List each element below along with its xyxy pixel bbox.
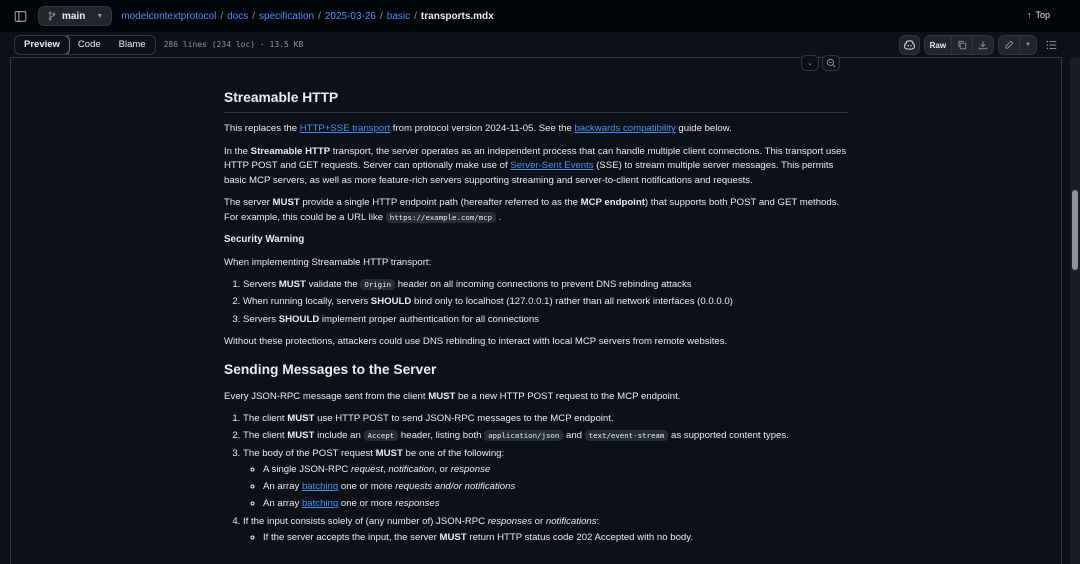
heading-streamable-http: Streamable HTTP	[224, 88, 848, 113]
list-item: Servers SHOULD implement proper authenti…	[243, 313, 848, 328]
paragraph-protections: Without these protections, attackers cou…	[224, 336, 728, 348]
response-handling-list: If the server accepts the input, the ser…	[263, 531, 848, 546]
download-button[interactable]	[973, 36, 993, 54]
branch-name: main	[62, 10, 86, 22]
page-scrollbar[interactable]	[1070, 58, 1080, 564]
outline-button[interactable]	[1041, 35, 1062, 55]
copy-raw-button[interactable]	[952, 36, 974, 54]
branch-selector[interactable]: main ▼	[38, 6, 113, 26]
code-example-url: https://example.com/mcp	[385, 211, 497, 223]
paragraph-streamable-intro: In the Streamable HTTP transport, the se…	[224, 145, 847, 186]
chevron-down-icon: ▼	[1025, 42, 1031, 48]
link-http-sse-transport[interactable]: HTTP+SSE transport	[300, 123, 390, 134]
copilot-button[interactable]	[898, 35, 920, 55]
download-icon	[978, 41, 988, 50]
chevron-down-icon: ⌄	[807, 60, 813, 67]
copy-icon	[958, 40, 967, 50]
paragraph-replaces: This replaces the HTTP+SSE transport fro…	[224, 123, 732, 134]
breadcrumb: modelcontextprotocol / docs / specificatio…	[121, 10, 494, 22]
paragraph-security-intro: When implementing Streamable HTTP transp…	[224, 256, 432, 268]
list-item: Servers MUST validate the Origin header …	[243, 278, 848, 293]
zoom-out-icon	[826, 58, 836, 68]
list-item: When running locally, servers SHOULD bin…	[243, 295, 848, 310]
paragraph-mcp-endpoint: The server MUST provide a single HTTP en…	[224, 197, 840, 223]
copilot-icon	[903, 40, 915, 50]
file-meta: 286 lines (234 loc) · 13.5 KB	[163, 40, 304, 49]
file-header: main ▼ modelcontextprotocol / docs / speci…	[0, 0, 1080, 32]
list-item: An array batching one or more responses	[263, 497, 848, 512]
pencil-icon	[1005, 40, 1014, 49]
edit-actions: ▼	[998, 35, 1037, 55]
edit-dropdown-button[interactable]: ▼	[1020, 36, 1036, 54]
git-branch-icon	[48, 11, 56, 21]
edit-button[interactable]	[999, 36, 1021, 54]
breadcrumb-docs[interactable]: docs	[227, 11, 248, 22]
view-switcher: Preview Code Blame	[14, 34, 156, 55]
back-to-top-button[interactable]: ↑ Top	[1027, 10, 1050, 20]
link-batching[interactable]: batching	[302, 481, 338, 492]
breadcrumb-version[interactable]: 2025-03-26	[325, 11, 376, 22]
heading-security-warning: Security Warning	[224, 234, 305, 245]
list-item: The client MUST use HTTP POST to send JS…	[243, 412, 848, 427]
link-batching[interactable]: batching	[302, 498, 338, 509]
tab-code[interactable]: Code	[69, 36, 110, 54]
security-list: Servers MUST validate the Origin header …	[243, 278, 848, 327]
file-toolbar: Preview Code Blame 286 lines (234 loc) ·…	[10, 32, 1062, 58]
markdown-preview: Streamable HTTP This replaces the HTTP+S…	[224, 88, 848, 554]
breadcrumb-specification[interactable]: specification	[259, 11, 314, 22]
list-unordered-icon	[1046, 40, 1057, 50]
link-server-sent-events[interactable]: Server-Sent Events	[510, 160, 593, 171]
list-item: The body of the POST request MUST be one…	[243, 447, 848, 512]
sidebar-toggle-icon[interactable]	[10, 6, 30, 26]
collapse-button[interactable]: ⌄	[801, 55, 819, 71]
paragraph-sending-intro: Every JSON-RPC message sent from the cli…	[224, 390, 681, 402]
list-item: If the input consists solely of (any num…	[243, 515, 848, 546]
post-body-list: A single JSON-RPC request, notification,…	[263, 463, 848, 512]
sending-list: The client MUST use HTTP POST to send JS…	[243, 412, 848, 546]
scrollbar-thumb[interactable]	[1072, 190, 1078, 270]
link-backwards-compatibility[interactable]: backwards compatibility	[574, 123, 675, 134]
zoom-button[interactable]	[822, 55, 840, 71]
top-label: Top	[1035, 10, 1050, 20]
arrow-up-icon: ↑	[1026, 10, 1032, 20]
heading-sending-messages: Sending Messages to the Server	[224, 361, 437, 377]
tab-preview[interactable]: Preview	[14, 35, 70, 54]
file-actions: Raw	[923, 35, 995, 55]
list-item: The client MUST include an Accept header…	[243, 429, 848, 444]
tab-blame[interactable]: Blame	[110, 36, 155, 54]
list-item: A single JSON-RPC request, notification,…	[263, 463, 848, 478]
breadcrumb-current-file: transports.mdx	[420, 10, 494, 22]
list-item: If the server accepts the input, the ser…	[263, 531, 848, 546]
breadcrumb-repo[interactable]: modelcontextprotocol	[121, 11, 216, 22]
list-item: An array batching one or more requests a…	[263, 480, 848, 495]
raw-button[interactable]: Raw	[925, 36, 953, 54]
chevron-down-icon: ▼	[96, 12, 104, 20]
breadcrumb-basic[interactable]: basic	[387, 11, 410, 22]
